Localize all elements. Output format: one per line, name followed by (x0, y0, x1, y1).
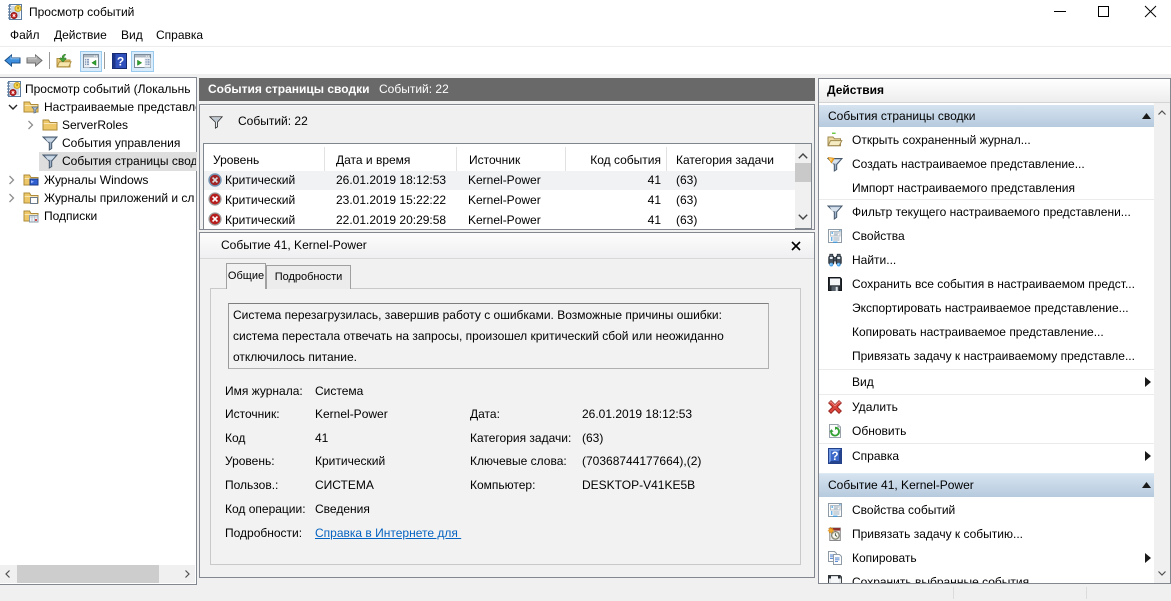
svg-text:?: ? (831, 451, 838, 463)
svg-text:?: ? (117, 55, 124, 69)
